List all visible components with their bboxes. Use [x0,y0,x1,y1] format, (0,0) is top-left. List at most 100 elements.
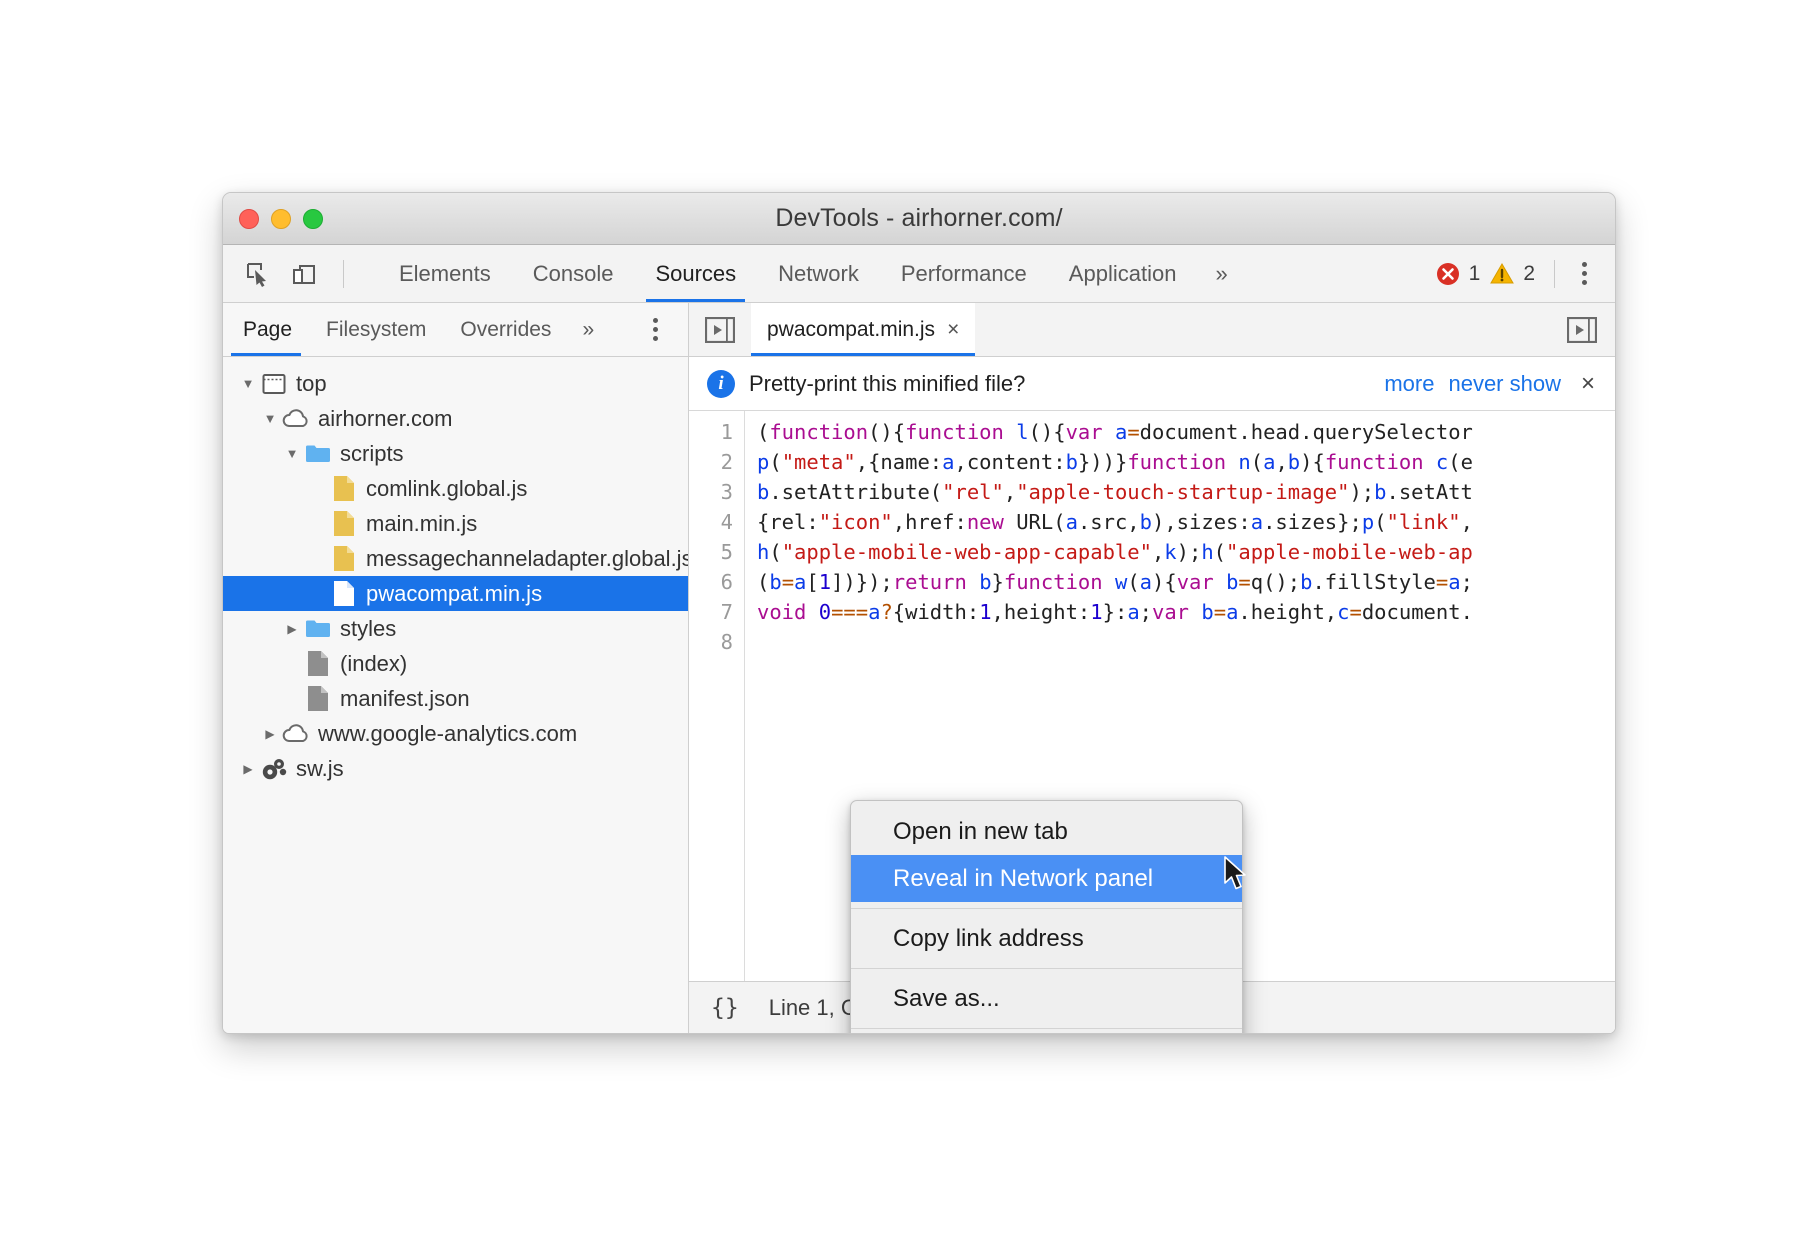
error-count: 1 [1469,262,1481,286]
info-icon: i [707,370,735,398]
tab-performance[interactable]: Performance [880,245,1048,302]
banner-never-show-link[interactable]: never show [1448,371,1561,397]
js-file-icon [329,475,359,502]
code-line: p("meta",{name:a,content:b}))}function n… [757,447,1615,477]
pretty-print-button[interactable]: {} [711,995,739,1021]
menu-separator [851,1028,1242,1029]
tree-item-label: scripts [340,443,404,465]
close-icon[interactable]: × [947,318,959,342]
menu-item-copy-link-address[interactable]: Copy link address [851,915,1242,962]
tree-item-label: styles [340,618,396,640]
nav-tab-page[interactable]: Page [223,303,309,356]
collapse-sidebar-icon[interactable] [1549,303,1615,356]
code-token: new [967,510,1004,534]
code-token: "icon" [819,510,893,534]
code-token: var [1066,420,1103,444]
device-toolbar-icon[interactable] [289,259,319,289]
folder-icon [303,443,333,464]
nav-more-tabs-icon[interactable]: » [568,303,608,356]
code-token: l [1016,420,1028,444]
code-token: }: [1103,600,1128,624]
code-token: w [1115,570,1127,594]
code-token: , [1004,480,1016,504]
line-number: 7 [689,597,733,627]
twisty-closed-icon[interactable] [237,762,259,776]
code-token: function [1127,450,1226,474]
banner-close-icon[interactable]: × [1575,370,1601,398]
code-token: b [1300,570,1312,594]
code-token: void [757,600,806,624]
banner-message: Pretty-print this minified file? [749,371,1025,397]
code-token: ; [1461,570,1473,594]
banner-more-link[interactable]: more [1384,371,1434,397]
code-token: c [1436,450,1448,474]
nav-tab-overrides[interactable]: Overrides [443,303,568,356]
code-token: b [1374,480,1386,504]
code-line: (function(){function l(){var a=document.… [757,417,1615,447]
code-token: ? [880,600,892,624]
more-tabs-icon[interactable]: » [1197,245,1245,302]
code-token: , [1461,510,1473,534]
tree-item-index[interactable]: (index) [223,646,688,681]
editor-tab-pwacompat[interactable]: pwacompat.min.js × [751,303,975,356]
code-token: (e [1448,450,1473,474]
window-title: DevTools - airhorner.com/ [223,204,1615,233]
tree-item-label: top [296,373,327,395]
code-token: function [905,420,1004,444]
menu-item-reveal-in-network-panel[interactable]: Reveal in Network panel [851,855,1242,902]
tab-application[interactable]: Application [1048,245,1198,302]
document-icon [303,685,333,712]
tree-item-sw-js[interactable]: sw.js [223,751,688,786]
code-token: ); [1349,480,1374,504]
twisty-closed-icon[interactable] [259,727,281,741]
line-number: 5 [689,537,733,567]
tab-elements[interactable]: Elements [378,245,512,302]
code-token: c [1337,600,1349,624]
inspect-element-icon[interactable] [243,259,273,289]
tree-item-www-google-analytics-com[interactable]: www.google-analytics.com [223,716,688,751]
code-token: a [1251,510,1263,534]
code-line: b.setAttribute("rel","apple-touch-startu… [757,477,1615,507]
tab-sources[interactable]: Sources [634,245,757,302]
tree-item-label: comlink.global.js [366,478,527,500]
code-token: a [1226,600,1238,624]
navigator-kebab-menu-icon[interactable] [645,303,688,356]
code-token: (){ [868,420,905,444]
tree-item-comlink-global-js[interactable]: comlink.global.js [223,471,688,506]
show-navigator-icon[interactable] [689,303,751,356]
code-token: ( [757,420,769,444]
code-token: function [769,420,868,444]
code-token: var [1152,600,1189,624]
warning-count-group[interactable]: 2 [1489,261,1535,287]
kebab-menu-icon[interactable] [1574,256,1595,291]
js-file-icon-selected [329,580,359,607]
twisty-open-icon[interactable] [237,376,259,391]
tree-item-main-min-js[interactable]: main.min.js [223,506,688,541]
tree-item-airhorner-com[interactable]: airhorner.com [223,401,688,436]
menu-item-save-as[interactable]: Save as... [851,975,1242,1022]
tree-item-pwacompat-min-js[interactable]: pwacompat.min.js [223,576,688,611]
tree-item-messagechanneladapter-global-js[interactable]: messagechanneladapter.global.js [223,541,688,576]
tree-item-scripts[interactable]: scripts [223,436,688,471]
menu-item-open-in-new-tab[interactable]: Open in new tab [851,808,1242,855]
code-token: ( [769,540,781,564]
twisty-closed-icon[interactable] [281,622,303,636]
editor-tab-bar: pwacompat.min.js × [689,303,1615,357]
code-token: ( [769,450,781,474]
error-count-group[interactable]: 1 [1435,261,1481,287]
code-token: q(); [1251,570,1300,594]
code-token: "link" [1387,510,1461,534]
code-line: (b=a[1])});return b}function w(a){var b=… [757,567,1615,597]
twisty-open-icon[interactable] [259,411,281,426]
tab-console[interactable]: Console [512,245,635,302]
nav-tab-filesystem[interactable]: Filesystem [309,303,443,356]
tree-item-top[interactable]: top [223,366,688,401]
tree-item-manifest-json[interactable]: manifest.json [223,681,688,716]
tab-network[interactable]: Network [757,245,880,302]
code-token: ( [1374,510,1386,534]
code-token: b [757,480,769,504]
code-token: b [1066,450,1078,474]
code-token [1189,600,1201,624]
tree-item-styles[interactable]: styles [223,611,688,646]
twisty-open-icon[interactable] [281,446,303,461]
